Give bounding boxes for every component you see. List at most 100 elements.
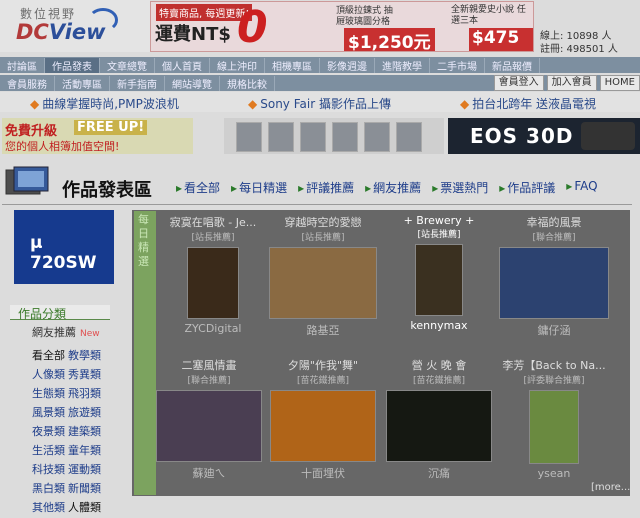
category-link[interactable]: 看全部: [32, 347, 68, 366]
work-author[interactable]: 路基亞: [267, 322, 379, 338]
more-link[interactable]: [more...]: [591, 482, 634, 493]
category-list: 看全部 教學類 人像類 秀異類 生態類 飛羽類 風景類 旅遊類 夜景類 建築類 生活類 童年…: [32, 347, 112, 518]
nav-item-guide[interactable]: 新手指南: [110, 75, 165, 91]
nav-item-print[interactable]: 線上沖印: [210, 57, 265, 73]
work-recommender: [聯合推薦]: [187, 376, 231, 386]
home-button[interactable]: HOME: [599, 75, 640, 91]
nav-item-events[interactable]: 活動專區: [55, 75, 110, 91]
registered-count: 註冊: 498501 人: [540, 44, 618, 55]
work-thumbnail[interactable]: [529, 390, 579, 464]
top-banner-ad[interactable]: 特賣商品, 每週更新! 運費NT$ 0 頂級拉鍊式 抽屜玻璃圖分格 $1,250…: [150, 1, 534, 52]
login-button[interactable]: 會員登入: [493, 75, 544, 91]
nav-item-advanced[interactable]: 進階教學: [375, 57, 430, 73]
ad-price1: $1,250元: [344, 28, 435, 51]
category-link[interactable]: 黑白類: [32, 480, 68, 499]
work-title: 夕陽"作我"舞": [287, 359, 359, 372]
work-card[interactable]: + Brewery + [站長推薦] kennymax: [383, 214, 495, 332]
category-link[interactable]: 生活類: [32, 442, 68, 461]
category-link[interactable]: 人體類: [68, 499, 104, 518]
tab-all[interactable]: 看全部: [176, 179, 220, 196]
category-link[interactable]: 旅遊類: [68, 404, 104, 423]
category-link[interactable]: 秀異類: [68, 366, 104, 385]
phones-ad[interactable]: [224, 118, 444, 154]
phone-image: [268, 122, 294, 152]
work-title: 幸福的風景: [526, 216, 582, 229]
work-thumbnail[interactable]: [187, 247, 239, 319]
phone-image: [300, 122, 326, 152]
category-link[interactable]: 教學類: [68, 347, 104, 366]
nav-item-member[interactable]: 會員服務: [0, 75, 55, 91]
category-link[interactable]: 夜景類: [32, 423, 68, 442]
category-link[interactable]: 人像類: [32, 366, 68, 385]
site-stats: 線上: 10898 人 註冊: 498501 人: [540, 30, 618, 56]
camera-sidebar-ad[interactable]: μ 720SW: [14, 210, 114, 284]
work-recommender: [評委聯合推薦]: [523, 376, 585, 386]
works-tabs: 看全部 每日精選 評議推薦 網友推薦 票選熱門 作品評議 FAQ: [176, 179, 598, 196]
work-author[interactable]: ysean: [498, 467, 610, 480]
work-author[interactable]: 鏞仔涵: [498, 322, 610, 338]
tab-user-pick[interactable]: 網友推薦: [365, 179, 421, 196]
nav-item-prices[interactable]: 新品報價: [485, 57, 540, 73]
free-upgrade-ad[interactable]: 免費升級 FREE UP! 您的個人相簿加值空間!: [2, 118, 193, 154]
tab-popular[interactable]: 票選熱門: [432, 179, 488, 196]
news-link[interactable]: ◆ Sony Fair 攝影作品上傳: [248, 95, 391, 112]
work-card[interactable]: 李芳【Back to Na... [評委聯合推薦] ysean: [498, 357, 610, 480]
category-heading: 作品分類: [10, 305, 110, 321]
nav-item-market[interactable]: 二手市場: [430, 57, 485, 73]
nav-item-specs[interactable]: 規格比較: [220, 75, 275, 91]
work-author[interactable]: ZYCDigital: [157, 322, 269, 335]
work-card[interactable]: 二塞風情畫 [聯合推薦] 蘇廸ㄟ: [153, 357, 265, 481]
nav-item-camera[interactable]: 相機專區: [265, 57, 320, 73]
nav-item-home[interactable]: 個人首頁: [155, 57, 210, 73]
work-author[interactable]: kennymax: [383, 319, 495, 332]
work-author[interactable]: 沉痛: [383, 465, 495, 481]
nav-item-works[interactable]: 作品發表: [45, 57, 100, 73]
work-thumbnail[interactable]: [499, 247, 609, 319]
category-link[interactable]: 童年類: [68, 442, 104, 461]
ad-item1: 頂級拉鍊式 抽屜玻璃圖分格: [336, 6, 393, 27]
account-buttons: 會員登入 加入會員 HOME: [493, 75, 640, 91]
category-link[interactable]: 生態類: [32, 385, 68, 404]
bullet-icon: ◆: [248, 97, 258, 111]
online-count: 線上: 10898 人: [540, 31, 612, 42]
tab-daily-pick[interactable]: 每日精選: [231, 179, 287, 196]
site-logo[interactable]: 數位視野 DCView: [0, 0, 150, 52]
new-badge: New: [80, 329, 100, 339]
work-thumbnail[interactable]: [386, 390, 492, 462]
work-card[interactable]: 寂寞在唱歌 - Je... [站長推薦] ZYCDigital: [157, 214, 269, 335]
work-card[interactable]: 幸福的風景 [聯合推薦] 鏞仔涵: [498, 214, 610, 338]
category-link[interactable]: 科技類: [32, 461, 68, 480]
work-card[interactable]: 夕陽"作我"舞" [苗花鐵推薦] 十面埋伏: [267, 357, 379, 481]
ad-shipping: 運費NT$: [155, 24, 231, 45]
news-ticker: ◆ 曲線掌握時尚,PMP波浪机 ◆ Sony Fair 攝影作品上傳 ◆ 拍台北跨年 …: [0, 92, 640, 112]
nav-item-articles[interactable]: 文章總覽: [100, 57, 155, 73]
tab-critique[interactable]: 作品評議: [499, 179, 555, 196]
work-thumbnail[interactable]: [156, 390, 262, 462]
tab-review-pick[interactable]: 評議推薦: [298, 179, 354, 196]
work-card[interactable]: 營 火 晚 會 [苗花鐵推薦] 沉痛: [383, 357, 495, 481]
work-thumbnail[interactable]: [415, 244, 463, 316]
work-author[interactable]: 十面埋伏: [267, 465, 379, 481]
work-card[interactable]: 穿越時空的愛戀 [站長推薦] 路基亞: [267, 214, 379, 338]
work-thumbnail[interactable]: [270, 390, 376, 462]
category-link[interactable]: 運動類: [68, 461, 104, 480]
logo-text: DCView: [16, 20, 106, 44]
nav-item-forum[interactable]: 討論區: [0, 57, 45, 73]
work-recommender: [站長推薦]: [191, 233, 235, 243]
nav-item-peripherals[interactable]: 影像週邊: [320, 57, 375, 73]
news-link[interactable]: ◆ 曲線掌握時尚,PMP波浪机: [30, 95, 179, 112]
news-link[interactable]: ◆ 拍台北跨年 送液晶電視: [460, 95, 596, 112]
category-link[interactable]: 飛羽類: [68, 385, 104, 404]
friend-pick-link[interactable]: 網友推薦 New: [32, 324, 100, 340]
camera-ad[interactable]: EOS 30D: [448, 118, 640, 154]
category-link[interactable]: 風景類: [32, 404, 68, 423]
tab-faq[interactable]: FAQ: [566, 179, 597, 196]
join-button[interactable]: 加入會員: [546, 75, 597, 91]
category-link[interactable]: 建築類: [68, 423, 104, 442]
work-thumbnail[interactable]: [269, 247, 377, 319]
nav-item-sitemap[interactable]: 網站導覽: [165, 75, 220, 91]
work-author[interactable]: 蘇廸ㄟ: [153, 465, 265, 481]
divider: [2, 204, 632, 205]
category-link[interactable]: 其他類: [32, 499, 68, 518]
category-link[interactable]: 新聞類: [68, 480, 104, 499]
